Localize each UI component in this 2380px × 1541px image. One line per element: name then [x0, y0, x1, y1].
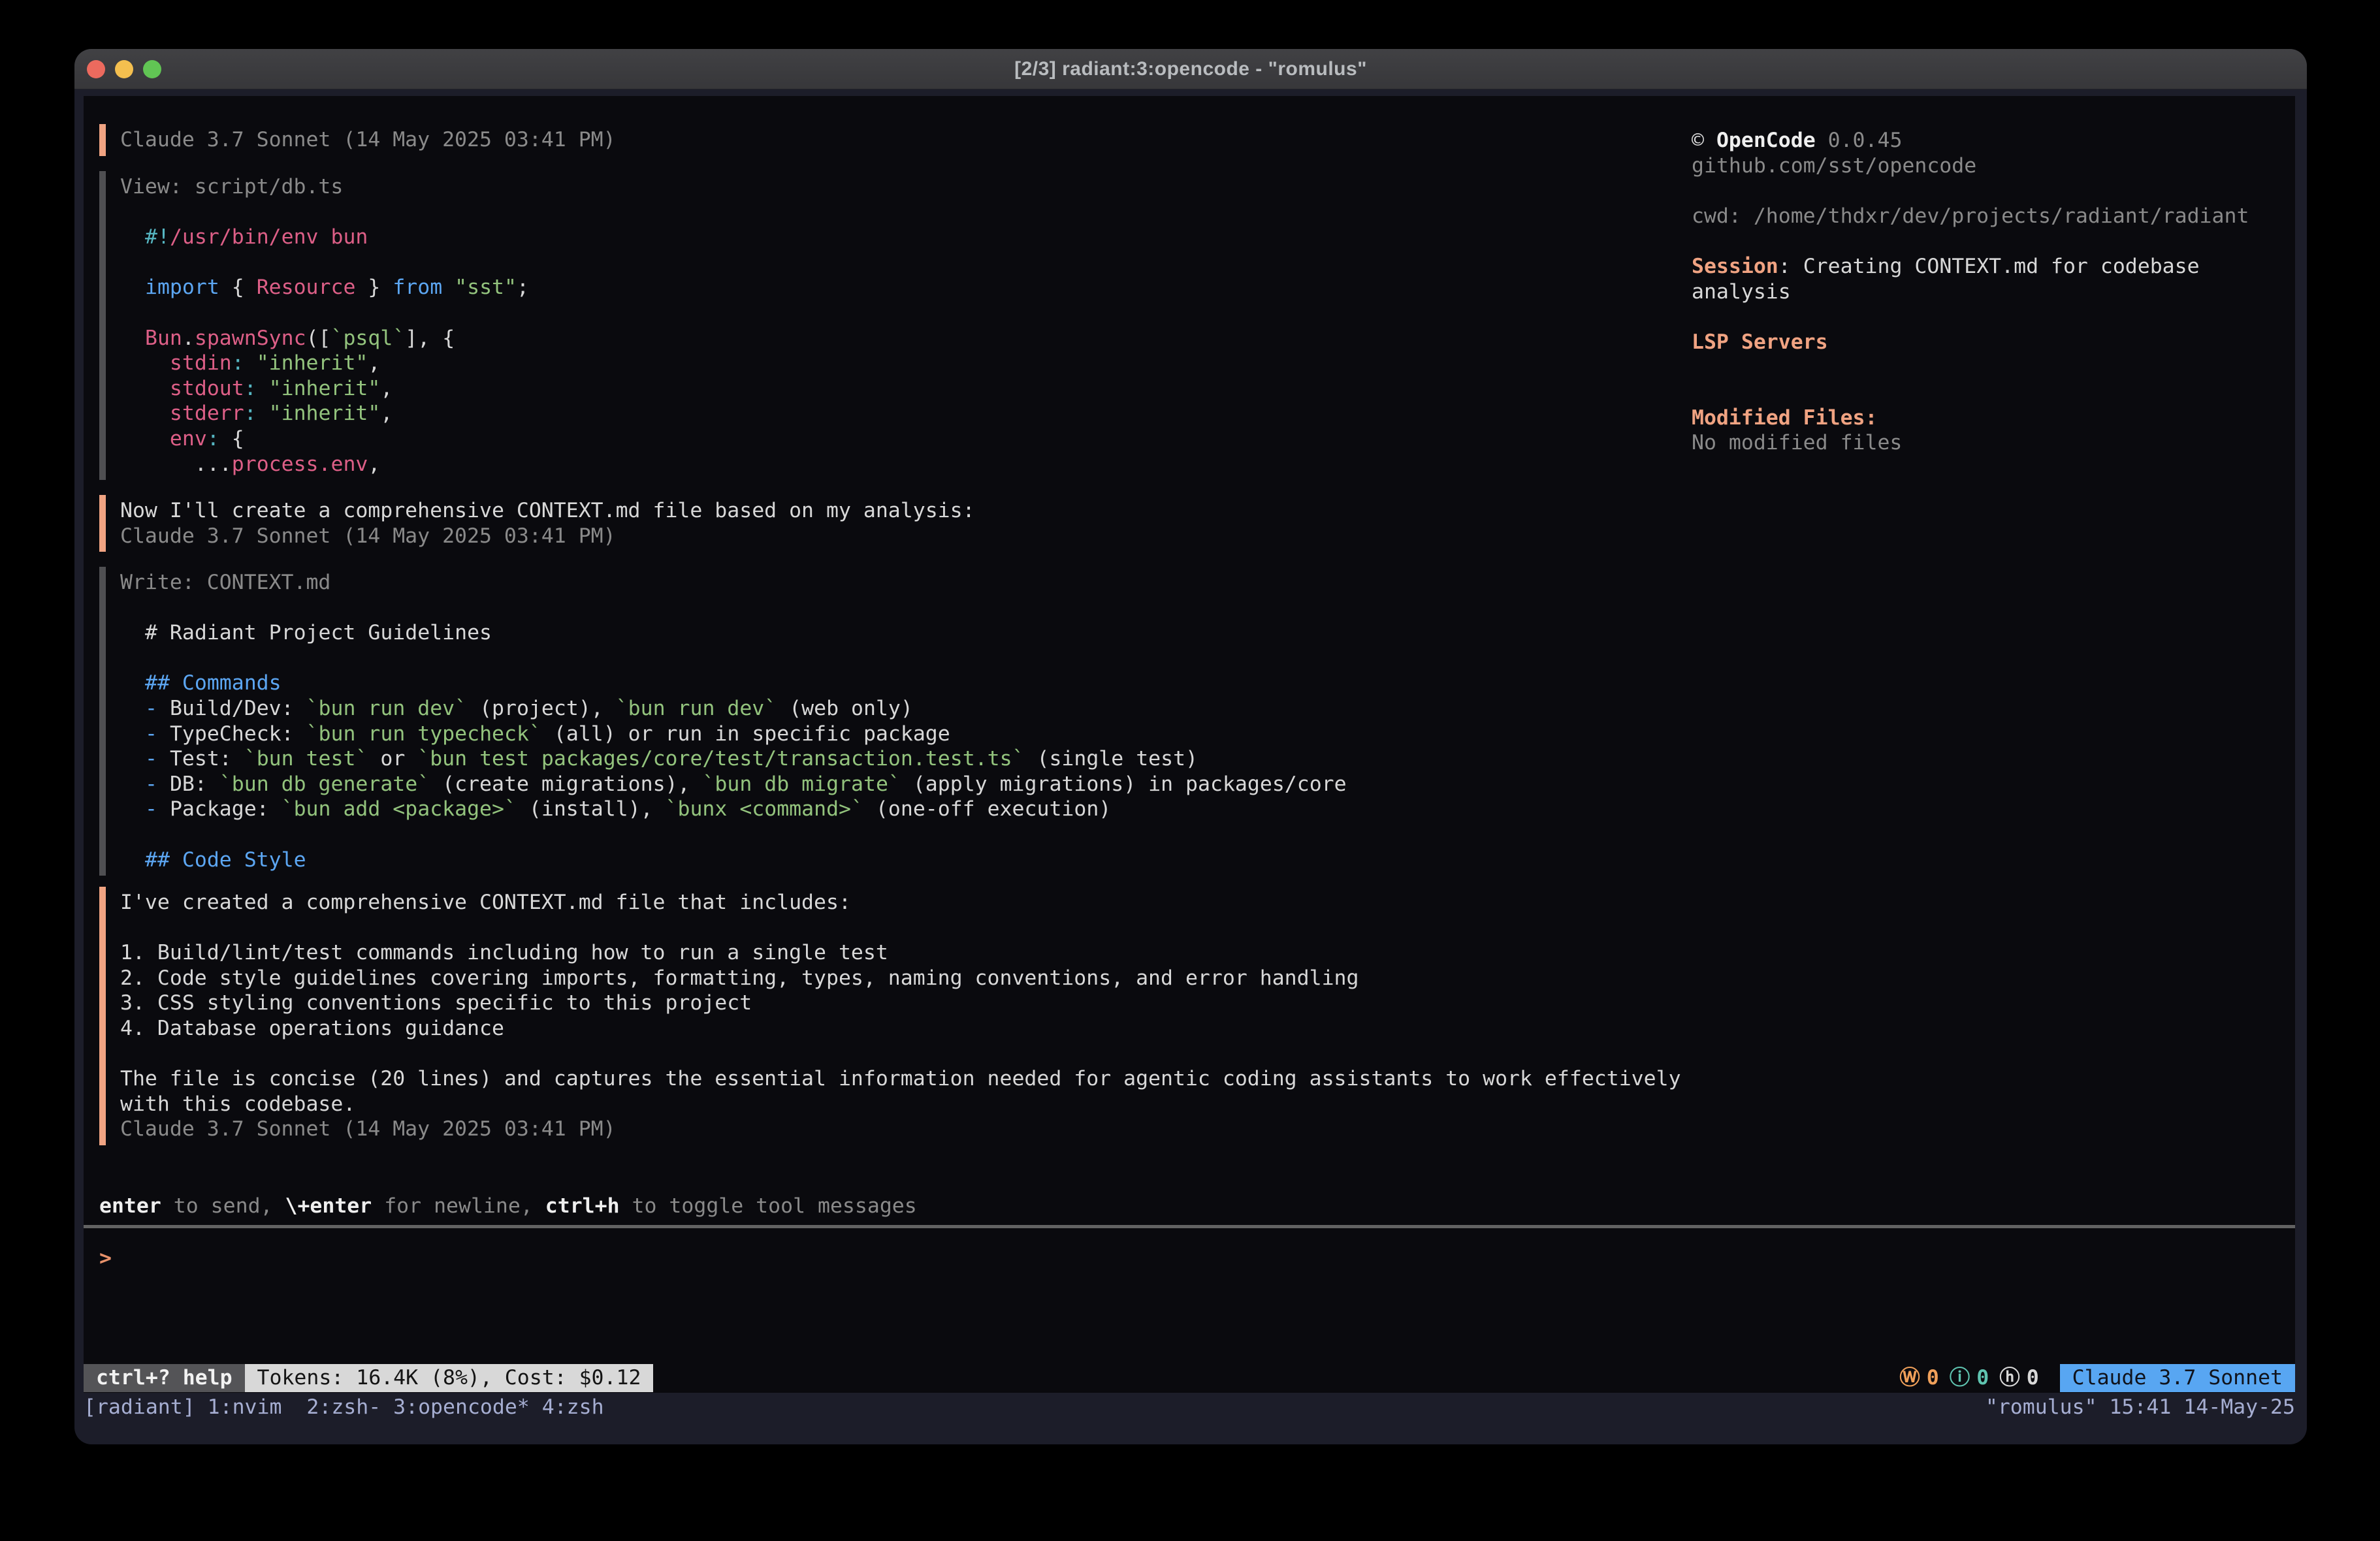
text-line: - Test: `bun test` or `bun test packages…	[145, 746, 1347, 772]
text-line: #!/usr/bin/env bun	[145, 225, 529, 250]
text-line	[1692, 380, 2249, 405]
text-line	[145, 646, 1347, 671]
status-bar: ctrl+? help Tokens: 16.4K (8%), Cost: $0…	[84, 1363, 2295, 1393]
tmux-window-1[interactable]: 1:nvim	[208, 1395, 295, 1419]
hint-count-value: 0	[2027, 1365, 2039, 1391]
window-title: [2/3] radiant:3:opencode - "romulus"	[74, 49, 2307, 89]
text-line: ...process.env,	[145, 452, 529, 477]
sidebar-info-lines: © OpenCode 0.0.45github.com/sst/opencode…	[1692, 128, 2249, 456]
text-line	[1692, 304, 2249, 330]
text-line: ## Code Style	[145, 848, 1347, 873]
text-line: with this codebase.	[120, 1092, 1681, 1117]
tmux-window-gap	[381, 1395, 393, 1419]
markdown-block: # Radiant Project Guidelines ## Commands…	[120, 620, 1347, 872]
info-count-value: 0	[1976, 1365, 1989, 1391]
prompt-caret: >	[99, 1247, 112, 1270]
text-line: - TypeCheck: `bun run typecheck` (all) o…	[145, 722, 1347, 747]
write-tool-block: Write: CONTEXT.md # Radiant Project Guid…	[99, 567, 1347, 876]
text-line: stderr: "inherit",	[145, 401, 529, 426]
terminal-window: [2/3] radiant:3:opencode - "romulus" Cla…	[74, 49, 2307, 1444]
text-line: 4. Database operations guidance	[120, 1016, 1681, 1041]
text-line	[145, 300, 529, 326]
text-line	[1692, 355, 2249, 380]
text-line: 2. Code style guidelines covering import…	[120, 966, 1681, 991]
spacer-line	[120, 200, 529, 225]
text-line: enter to send, \+enter for newline, ctrl…	[99, 1194, 917, 1219]
text-line: Modified Files:	[1692, 405, 2249, 431]
warning-icon: Ⓦ	[1899, 1365, 1920, 1391]
text-line	[1692, 229, 2249, 254]
text-line: - Build/Dev: `bun run dev` (project), `b…	[145, 696, 1347, 722]
text-line: # Radiant Project Guidelines	[145, 620, 1347, 646]
text-line: - Package: `bun add <package>` (install)…	[145, 797, 1347, 822]
assistant-message-header: Claude 3.7 Sonnet (14 May 2025 03:41 PM)	[99, 124, 616, 156]
input-separator	[84, 1225, 2295, 1228]
tmux-session-clock: "romulus" 15:41 14-May-25	[1986, 1395, 2295, 1419]
opencode-tui[interactable]: Claude 3.7 Sonnet (14 May 2025 03:41 PM)…	[84, 96, 2295, 1393]
tmux-window-2[interactable]: 2:zsh-	[306, 1395, 381, 1419]
tmux-status-bar: [radiant] 1:nvim 2:zsh- 3:opencode* 4:zs…	[84, 1394, 2295, 1420]
text-line: github.com/sst/opencode	[1692, 153, 2249, 179]
text-line: © OpenCode 0.0.45	[1692, 128, 2249, 153]
tmux-window-gap	[294, 1395, 306, 1419]
hint-count: ⓗ 0	[1999, 1365, 2038, 1391]
text-line: stdin: "inherit",	[145, 351, 529, 376]
message-lines: I've created a comprehensive CONTEXT.md …	[120, 890, 1681, 1142]
warning-count: Ⓦ 0	[1899, 1365, 1938, 1391]
sidebar: © OpenCode 0.0.45github.com/sst/opencode…	[1692, 128, 2249, 456]
view-tool-block: View: script/db.ts #!/usr/bin/env bun im…	[99, 171, 529, 480]
text-line: import { Resource } from "sst";	[145, 275, 529, 300]
spacer-line	[120, 596, 1347, 621]
window-titlebar[interactable]: [2/3] radiant:3:opencode - "romulus"	[74, 49, 2307, 89]
tmux-window-4[interactable]: 4:zsh	[542, 1395, 604, 1419]
help-key-hint: ctrl+? help	[84, 1364, 245, 1392]
text-line: ## Commands	[145, 671, 1347, 696]
assistant-message: Now I'll create a comprehensive CONTEXT.…	[99, 495, 975, 552]
tmux-window-3[interactable]: 3:opencode*	[393, 1395, 530, 1419]
tokens-cost-display: Tokens: 16.4K (8%), Cost: $0.12	[245, 1364, 654, 1392]
text-line: Bun.spawnSync([`psql`], {	[145, 326, 529, 351]
text-line	[120, 1041, 1681, 1067]
text-line: 3. CSS styling conventions specific to t…	[120, 991, 1681, 1016]
text-line: stdout: "inherit",	[145, 376, 529, 402]
text-line	[145, 250, 529, 276]
text-line: cwd: /home/thdxr/dev/projects/radiant/ra…	[1692, 204, 2249, 229]
text-line: env: {	[145, 426, 529, 452]
message-text: Now I'll create a comprehensive CONTEXT.…	[120, 498, 975, 524]
assistant-summary-message: I've created a comprehensive CONTEXT.md …	[99, 887, 1681, 1145]
tmux-window-gap	[530, 1395, 542, 1419]
text-line: LSP Servers	[1692, 330, 2249, 355]
text-line: Claude 3.7 Sonnet (14 May 2025 03:41 PM)	[120, 1117, 1681, 1142]
tmux-session-name: [radiant]	[84, 1395, 208, 1419]
model-timestamp: Claude 3.7 Sonnet (14 May 2025 03:41 PM)	[120, 127, 616, 153]
text-line: I've created a comprehensive CONTEXT.md …	[120, 890, 1681, 915]
warning-count-value: 0	[1927, 1365, 1939, 1391]
prompt-input[interactable]: >	[99, 1246, 112, 1271]
hint-icon: ⓗ	[1999, 1365, 2020, 1391]
model-timestamp: Claude 3.7 Sonnet (14 May 2025 03:41 PM)	[120, 524, 975, 549]
keybinding-help: enter to send, \+enter for newline, ctrl…	[99, 1194, 917, 1219]
text-line	[145, 822, 1347, 848]
info-count: ⓘ 0	[1950, 1365, 1989, 1391]
text-line: 1. Build/lint/test commands including ho…	[120, 940, 1681, 966]
text-line: Session: Creating CONTEXT.md for codebas…	[1692, 254, 2249, 279]
text-line	[1692, 178, 2249, 204]
model-badge: Claude 3.7 Sonnet	[2060, 1364, 2295, 1392]
text-line: analysis	[1692, 279, 2249, 305]
tool-title: Write: CONTEXT.md	[120, 570, 1347, 596]
text-line	[120, 915, 1681, 941]
text-line: No modified files	[1692, 430, 2249, 456]
text-line: The file is concise (20 lines) and captu…	[120, 1066, 1681, 1092]
tool-title: View: script/db.ts	[120, 174, 529, 200]
info-icon: ⓘ	[1950, 1365, 1970, 1391]
tmux-windows: [radiant] 1:nvim 2:zsh- 3:opencode* 4:zs…	[84, 1395, 604, 1419]
diagnostics-group: Ⓦ 0 ⓘ 0 ⓗ 0	[1899, 1365, 2038, 1391]
code-block: #!/usr/bin/env bun import { Resource } f…	[120, 225, 529, 477]
text-line: - DB: `bun db generate` (create migratio…	[145, 772, 1347, 797]
